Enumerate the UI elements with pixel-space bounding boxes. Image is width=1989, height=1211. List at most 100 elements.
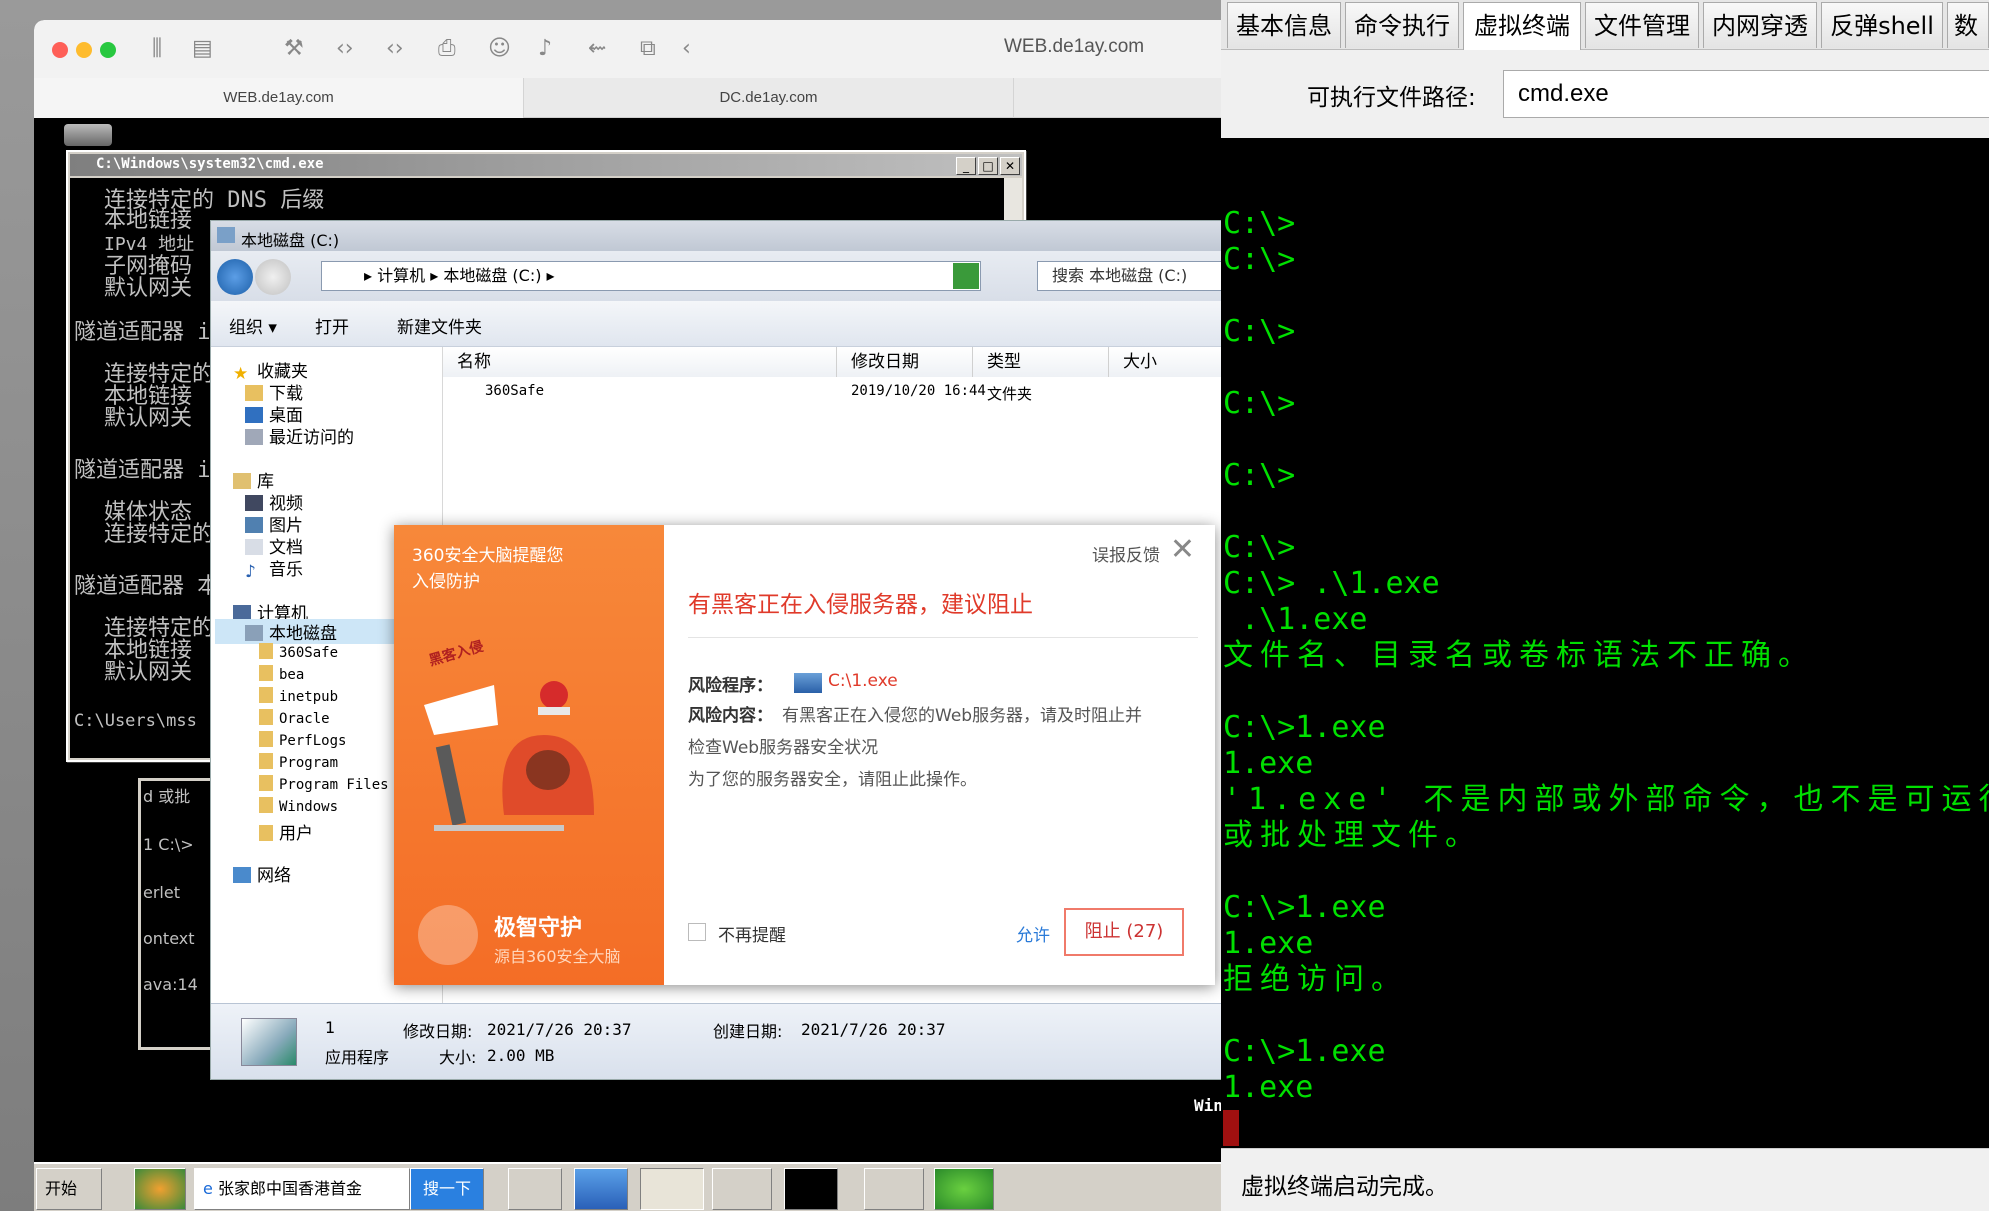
printer-icon[interactable]: ⎙ xyxy=(438,36,456,62)
back-button[interactable] xyxy=(217,259,253,295)
forward-button[interactable] xyxy=(255,259,291,295)
divider xyxy=(688,637,1198,638)
search-button[interactable]: 搜一下 xyxy=(410,1168,484,1210)
file-row[interactable]: 360Safe 2019/10/20 16:44 文件夹 xyxy=(443,381,1254,403)
folder-icon xyxy=(259,731,273,747)
usb-icon[interactable]: ⇜ xyxy=(588,36,606,62)
terminal-line: 文件名、目录名或卷标语法不正确。 xyxy=(1223,638,1815,673)
new-folder-button[interactable]: 新建文件夹 xyxy=(397,313,482,338)
session-tab-dc[interactable]: DC.de1ay.com xyxy=(524,78,1014,118)
nav-item-music[interactable]: ♪ 音乐 xyxy=(245,555,303,582)
alert-headline: 有黑客正在入侵服务器，建议阻止 xyxy=(688,592,1033,618)
windows-watermark: Win xyxy=(1194,1096,1223,1115)
nav-label: Program xyxy=(279,755,339,771)
webshell-panel: 基本信息 命令执行 虚拟终端 文件管理 内网穿透 反弹shell 数 可执行文件… xyxy=(1221,0,1989,1211)
zoom-traffic-light[interactable] xyxy=(100,42,116,58)
session-tab-p[interactable]: P xyxy=(1014,78,1255,118)
tab-file-manager[interactable]: 文件管理 xyxy=(1585,2,1699,48)
close-traffic-light[interactable] xyxy=(52,42,68,58)
code-icon[interactable]: ‹› xyxy=(336,36,354,62)
terminal-line: 1.exe xyxy=(1223,1070,1314,1105)
minimize-button[interactable]: _ xyxy=(956,157,976,175)
server-manager-icon[interactable] xyxy=(508,1168,562,1210)
path-row: 可执行文件路径: cmd.exe xyxy=(1221,50,1989,138)
tab-more[interactable]: 数 xyxy=(1947,2,1989,48)
nav-folder[interactable]: Program xyxy=(259,753,338,771)
maximize-button[interactable]: □ xyxy=(978,157,998,175)
nav-item-recent[interactable]: 最近访问的 xyxy=(245,423,354,448)
refresh-icon[interactable] xyxy=(953,263,979,289)
recycle-bin-icon[interactable] xyxy=(64,124,112,146)
speaker-icon[interactable]: ♪ xyxy=(538,36,552,62)
folder-icon xyxy=(259,687,273,703)
remote-desktop-area: C:\Windows\system32\cmd.exe _ □ ✕ 连接特定的 … xyxy=(34,118,1255,1211)
powershell-icon[interactable] xyxy=(574,1168,628,1210)
status-text: 虚拟终端启动完成。 xyxy=(1241,1174,1448,1200)
user-icon[interactable]: ☺ xyxy=(488,36,511,62)
nav-folder[interactable]: Windows xyxy=(259,797,338,815)
risk-program-path[interactable]: C:\1.exe xyxy=(828,671,898,691)
window-toolbar: ⫼ ▤ ⚒ ‹› ‹› ⎙ ☺ ♪ ⇜ ⧉ ‹ WEB.de1ay.com xyxy=(34,20,1255,78)
security-alert-dialog: 360安全大脑提醒您 入侵防护 黑客入侵 极智守护 源自360安全大脑 误报反馈… xyxy=(394,525,1215,985)
allow-link[interactable]: 允许 xyxy=(1016,921,1050,946)
sidebar-icon[interactable]: ⫼ xyxy=(152,36,162,62)
start-button[interactable]: 开始 xyxy=(36,1168,102,1210)
explorer-taskbar-icon[interactable] xyxy=(640,1168,704,1210)
block-button[interactable]: 阻止 (27) xyxy=(1064,908,1184,956)
nav-folder-users[interactable]: 用户 xyxy=(259,819,313,844)
cmd-line: ava:14 xyxy=(143,975,198,994)
360-icon[interactable] xyxy=(134,1168,186,1210)
folder-share-icon[interactable]: ⧉ xyxy=(640,36,656,62)
minimize-traffic-light[interactable] xyxy=(76,42,92,58)
screen: { "mac_window": { "url": "WEB.de1ay.com"… xyxy=(0,0,1989,1211)
false-positive-link[interactable]: 误报反馈 xyxy=(1092,541,1160,566)
alarm-light xyxy=(540,681,568,709)
wrench-icon[interactable]: ⚒ xyxy=(284,36,304,62)
column-name[interactable]: 名称 xyxy=(443,347,837,377)
remote-desktop-window: ⫼ ▤ ⚒ ‹› ‹› ⎙ ☺ ♪ ⇜ ⧉ ‹ WEB.de1ay.com WE… xyxy=(34,20,1255,1211)
alert-content: 误报反馈 ✕ 有黑客正在入侵服务器，建议阻止 风险程序： C:\1.exe 风险… xyxy=(664,525,1215,985)
close-icon[interactable]: ✕ xyxy=(1170,535,1195,565)
nav-folder[interactable]: Program Files (x xyxy=(259,775,414,793)
nav-item-network[interactable]: 网络 xyxy=(233,861,291,886)
tab-reverse-shell[interactable]: 反弹shell xyxy=(1821,2,1943,48)
open-button[interactable]: 打开 xyxy=(315,313,349,338)
cmd-line: 默认网关 xyxy=(104,660,193,685)
nav-label: Windows xyxy=(279,799,339,815)
file-type: 文件夹 xyxy=(987,385,1033,403)
detail-created: 2021/7/26 20:37 xyxy=(801,1020,946,1039)
nav-folder[interactable]: inetpub xyxy=(259,687,338,705)
document-icon xyxy=(245,539,263,555)
display-icon[interactable]: ▤ xyxy=(192,36,213,62)
terminal-output[interactable]: C:\> C:\> C:\> C:\> C:\> C:\> C:\> .\1.e… xyxy=(1221,138,1989,1148)
column-type[interactable]: 类型 xyxy=(973,347,1109,377)
tab-virtual-terminal[interactable]: 虚拟终端 xyxy=(1463,2,1581,50)
cmd-line: 连接特定的 xyxy=(104,522,215,547)
cmd-line: 子网掩码 xyxy=(104,254,193,279)
breadcrumb[interactable]: ▸ 计算机 ▸ 本地磁盘 (C:) ▸ xyxy=(321,261,981,291)
network-taskbar-icon[interactable] xyxy=(864,1168,924,1210)
terminal-line: C:\> xyxy=(1223,242,1296,277)
back-chevron-icon[interactable]: ‹ xyxy=(682,36,691,62)
session-tab-web[interactable]: WEB.de1ay.com xyxy=(34,78,524,118)
browser-search-box[interactable]: e 张家郎中国香港首金 xyxy=(194,1168,410,1210)
advice-text: 为了您的服务器安全，请阻止此操作。 xyxy=(688,770,977,790)
tab-intranet-tunnel[interactable]: 内网穿透 xyxy=(1703,2,1817,48)
nav-folder[interactable]: 360Safe xyxy=(259,643,338,661)
tab-basic-info[interactable]: 基本信息 xyxy=(1227,2,1341,48)
control-panel-icon[interactable] xyxy=(712,1168,772,1210)
code-alt-icon[interactable]: ‹› xyxy=(386,36,404,62)
nav-folder[interactable]: Oracle xyxy=(259,709,330,727)
nav-folder[interactable]: bea xyxy=(259,665,304,683)
cmd-taskbar-icon[interactable] xyxy=(784,1168,838,1210)
badge-shape xyxy=(424,685,498,735)
close-button[interactable]: ✕ xyxy=(1000,157,1020,175)
360-guard-icon[interactable] xyxy=(934,1168,994,1210)
column-date[interactable]: 修改日期 xyxy=(837,347,973,377)
no-remind-checkbox[interactable] xyxy=(688,923,706,941)
nav-folder[interactable]: PerfLogs xyxy=(259,731,346,749)
organize-button[interactable]: 组织 ▾ xyxy=(229,313,277,338)
tab-command-exec[interactable]: 命令执行 xyxy=(1345,2,1459,48)
executable-path-input[interactable]: cmd.exe xyxy=(1503,70,1989,118)
session-tabs: WEB.de1ay.com DC.de1ay.com P xyxy=(34,78,1255,118)
